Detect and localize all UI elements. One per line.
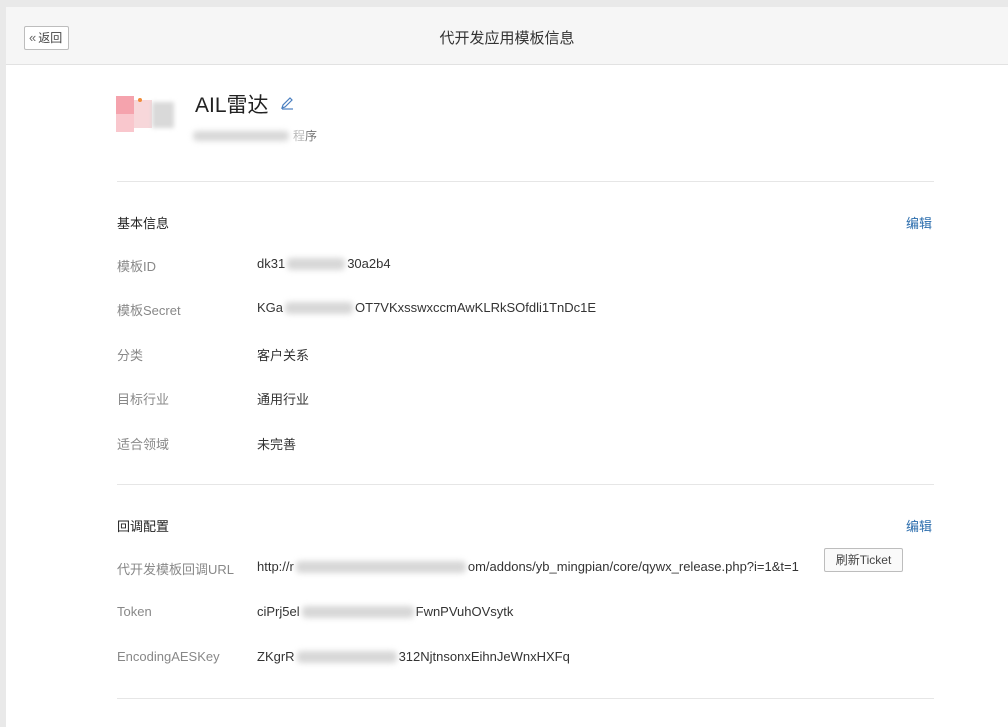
label-token: Token: [117, 604, 152, 619]
page-header: « 返回 代开发应用模板信息: [6, 7, 1008, 65]
refresh-ticket-button[interactable]: 刷新Ticket: [824, 548, 903, 572]
app-type-visible: 程: [293, 129, 306, 143]
label-encoding-aes-key: EncodingAESKey: [117, 649, 220, 664]
value-template-id: dk31 30a2b4: [257, 256, 391, 271]
section-title-basic: 基本信息: [117, 216, 170, 231]
divider: [117, 484, 934, 485]
divider: [117, 181, 934, 182]
redacted-text: [193, 130, 289, 141]
value-industry: 通用行业: [257, 392, 310, 407]
redacted-text: [285, 301, 354, 314]
value-suffix: om/addons/yb_mingpian/core/qywx_release.…: [467, 559, 799, 574]
pencil-icon[interactable]: [280, 96, 294, 110]
app-name: AIL雷达: [195, 94, 269, 117]
value-token: ciPrj5el FwnPVuhOVsytk: [257, 604, 513, 619]
app-type-visible-end: 序: [305, 129, 318, 143]
redacted-text: [301, 605, 414, 618]
redacted-text: [287, 257, 346, 270]
edit-callback-link[interactable]: 编辑: [906, 516, 932, 535]
value-prefix: ciPrj5el: [257, 604, 300, 619]
section-title-callback: 回调配置: [117, 519, 170, 534]
value-suffix: OT7VKxsswxccmAwKLRkSOfdli1TnDc1E: [355, 300, 597, 315]
app-logo: [116, 96, 176, 132]
page-title: 代开发应用模板信息: [439, 30, 575, 47]
label-template-secret: 模板Secret: [117, 303, 181, 318]
value-callback-url: http://r om/addons/yb_mingpian/core/qywx…: [257, 559, 799, 574]
redacted-text: [295, 560, 466, 573]
label-template-id: 模板ID: [117, 259, 157, 274]
value-prefix: KGa: [257, 300, 284, 315]
label-callback-url: 代开发模板回调URL: [117, 562, 235, 577]
label-domain: 适合领域: [117, 437, 170, 452]
label-industry: 目标行业: [117, 392, 170, 407]
value-prefix: ZKgrR: [257, 649, 295, 664]
label-category: 分类: [117, 348, 144, 363]
value-domain: 未完善: [257, 437, 297, 452]
value-prefix: http://r: [257, 559, 294, 574]
value-suffix: FwnPVuhOVsytk: [415, 604, 514, 619]
edit-basic-link[interactable]: 编辑: [906, 213, 932, 232]
value-suffix: 30a2b4: [347, 256, 391, 271]
value-suffix: 312NjtnsonxEihnJeWnxHXFq: [398, 649, 570, 664]
divider: [117, 698, 934, 699]
redacted-text: [296, 650, 397, 663]
app-type: 程序: [193, 127, 317, 144]
value-encoding-aes-key: ZKgrR 312NjtnsonxEihnJeWnxHXFq: [257, 649, 570, 664]
value-prefix: dk31: [257, 256, 286, 271]
value-category: 客户关系: [257, 348, 310, 363]
value-template-secret: KGa OT7VKxsswxccmAwKLRkSOfdli1TnDc1E: [257, 300, 596, 315]
